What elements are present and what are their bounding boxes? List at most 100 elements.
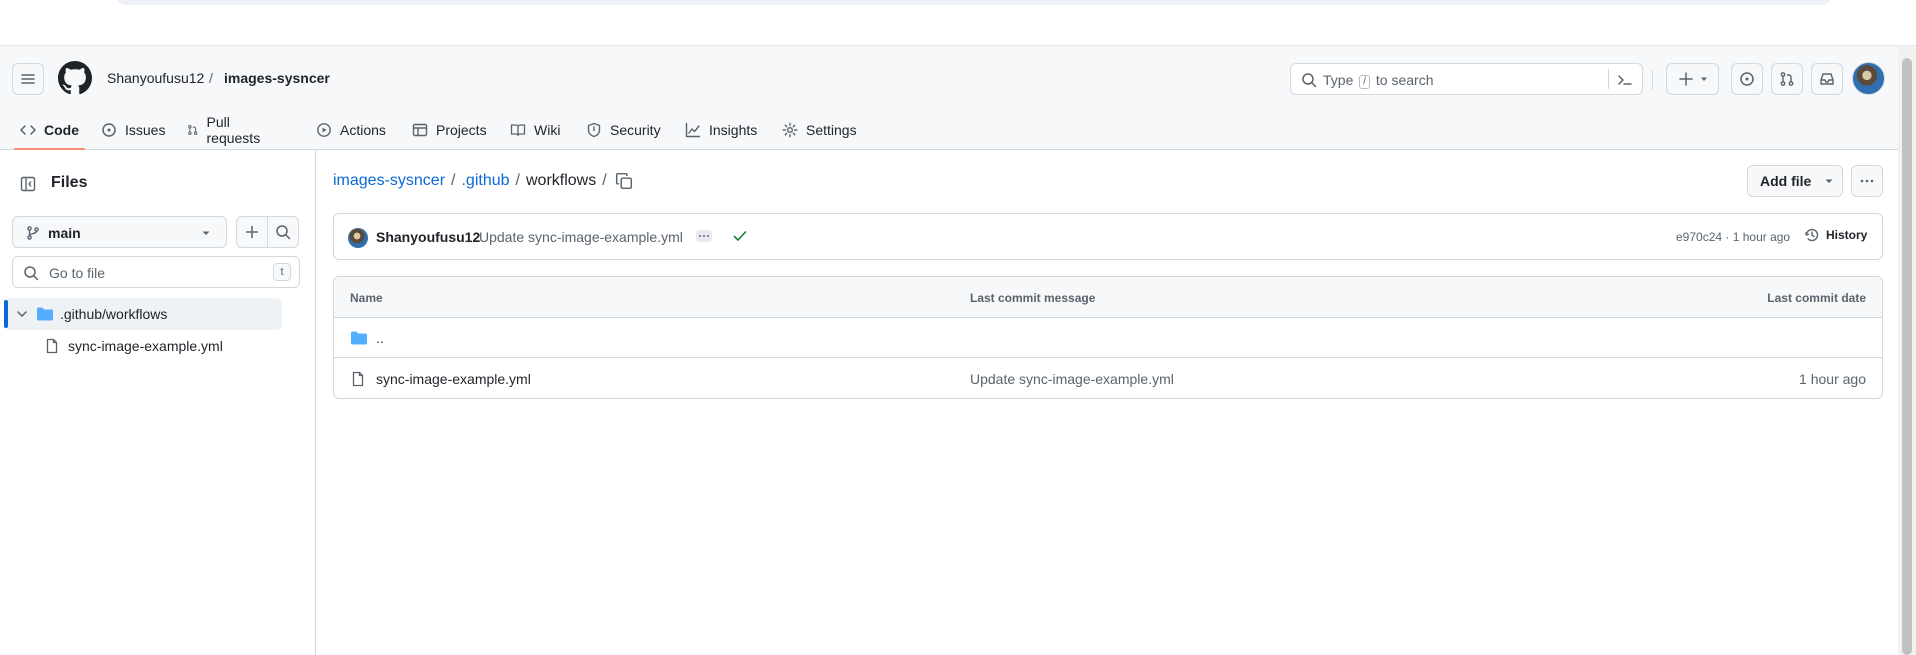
column-last-commit-date: Last commit date — [1767, 291, 1866, 305]
code-icon — [20, 124, 36, 135]
tab-projects[interactable]: Projects — [412, 109, 487, 150]
caret-down-icon — [202, 231, 210, 235]
table-row[interactable]: sync-image-example.yml Update sync-image… — [334, 359, 1882, 398]
history-label: History — [1826, 228, 1868, 242]
expand-commit-message-button[interactable] — [696, 230, 712, 242]
folder-icon — [351, 331, 367, 345]
add-file-sidebar-button[interactable] — [236, 216, 268, 248]
column-last-commit-message: Last commit message — [970, 291, 1096, 305]
hamburger-icon — [21, 74, 35, 84]
tree-item-file[interactable]: sync-image-example.yml — [4, 330, 282, 362]
scrollbar-thumb[interactable] — [1902, 58, 1912, 655]
git-pull-request-icon — [188, 124, 198, 135]
commit-author[interactable]: Shanyoufusu12 — [376, 229, 480, 245]
tab-label: Wiki — [534, 121, 561, 138]
file-path-breadcrumb: images-sysncer / .github / workflows / — [333, 172, 613, 190]
commit-message[interactable]: Update sync-image-example.yml — [479, 229, 683, 245]
ellipsis-icon — [699, 235, 709, 237]
tab-insights[interactable]: Insights — [685, 109, 757, 150]
tab-actions[interactable]: Actions — [316, 109, 386, 150]
tab-wiki[interactable]: Wiki — [510, 109, 560, 150]
table-icon — [412, 123, 428, 136]
create-new-button[interactable] — [1666, 63, 1719, 95]
file-tree-sidebar: Files main Go to file t .github/workflow… — [0, 150, 316, 655]
sidebar-collapse-icon — [20, 176, 36, 192]
gear-icon — [782, 122, 798, 137]
github-logo-icon[interactable] — [58, 61, 92, 95]
file-icon — [352, 371, 364, 387]
tab-label: Settings — [806, 121, 857, 138]
collapse-sidebar-button[interactable] — [12, 168, 44, 200]
file-icon — [46, 338, 58, 354]
tab-code[interactable]: Code — [14, 109, 85, 150]
tab-label: Code — [44, 121, 79, 138]
issues-button[interactable] — [1731, 63, 1763, 95]
history-icon — [1804, 228, 1819, 242]
add-file-button[interactable]: Add file — [1747, 165, 1843, 197]
plus-icon — [245, 225, 259, 239]
chevron-down-icon[interactable] — [14, 306, 30, 322]
latest-commit-bar: Shanyoufusu12 Update sync-image-example.… — [333, 213, 1883, 260]
git-branch-icon — [27, 226, 39, 240]
pull-requests-button[interactable] — [1771, 63, 1803, 95]
menu-button[interactable] — [12, 63, 44, 95]
command-palette-icon[interactable] — [1617, 72, 1633, 88]
selected-indicator — [4, 300, 8, 328]
tab-label: Insights — [709, 121, 758, 138]
more-options-button[interactable] — [1851, 165, 1883, 197]
parent-directory-link[interactable]: .. — [376, 330, 384, 346]
tab-label: Security — [610, 121, 661, 138]
graph-icon — [685, 122, 701, 137]
breadcrumb-repo[interactable]: images-sysncer — [224, 70, 330, 86]
search-placeholder: Type / to search — [1323, 72, 1434, 89]
branch-name: main — [48, 225, 81, 241]
search-files-button[interactable] — [267, 216, 299, 248]
file-name-link[interactable]: sync-image-example.yml — [376, 371, 531, 387]
git-pull-request-icon — [1780, 72, 1794, 86]
commit-author-avatar[interactable] — [348, 228, 368, 248]
caret-down-icon — [1700, 77, 1707, 81]
tab-label: Projects — [436, 121, 487, 138]
tab-issues[interactable]: Issues — [101, 109, 165, 150]
go-to-file-input[interactable]: Go to file t — [12, 256, 300, 288]
branch-selector[interactable]: main — [12, 216, 227, 248]
play-icon — [317, 122, 331, 137]
file-commit-date: 1 hour ago — [1799, 371, 1866, 387]
repo-header: Shanyoufusu12 / images-sysncer Type / to… — [0, 46, 1898, 150]
inbox-icon — [1820, 73, 1834, 85]
search-icon — [276, 225, 291, 240]
path-repo-link[interactable]: images-sysncer — [333, 172, 445, 190]
browser-top-strip — [0, 0, 1916, 46]
kebab-horizontal-icon — [1860, 179, 1874, 183]
go-to-file-shortcut: t — [273, 263, 291, 281]
sidebar-title: Files — [51, 174, 88, 191]
parent-directory-row[interactable]: .. — [334, 318, 1882, 358]
history-button[interactable]: History — [1804, 227, 1867, 243]
copy-path-icon[interactable] — [615, 172, 633, 190]
browser-address-area — [116, 0, 1832, 5]
issue-opened-icon — [102, 122, 116, 137]
directory-listing: Name Last commit message Last commit dat… — [333, 276, 1883, 399]
search-divider — [1608, 69, 1609, 89]
search-input[interactable]: Type / to search — [1290, 63, 1643, 95]
commit-hash-time[interactable]: e970c24 · 1 hour ago — [1676, 230, 1790, 244]
inbox-button[interactable] — [1811, 63, 1843, 95]
breadcrumb-owner[interactable]: Shanyoufusu12 — [107, 70, 204, 86]
user-avatar[interactable] — [1852, 62, 1885, 95]
path-dir-link[interactable]: .github — [461, 172, 509, 190]
page-scrollbar[interactable] — [1898, 46, 1916, 655]
path-separator: / — [515, 172, 520, 189]
header-divider — [1652, 70, 1653, 90]
folder-open-icon — [37, 307, 53, 321]
tab-pull-requests[interactable]: Pull requests — [187, 109, 265, 150]
tab-security[interactable]: Security — [586, 109, 661, 150]
tree-item-folder[interactable]: .github/workflows — [4, 298, 282, 330]
check-icon[interactable] — [732, 228, 748, 244]
search-icon — [24, 266, 39, 281]
add-file-label: Add file — [1760, 173, 1812, 189]
file-commit-message[interactable]: Update sync-image-example.yml — [970, 371, 1174, 387]
tab-label: Actions — [340, 121, 386, 138]
path-separator: / — [602, 172, 607, 189]
tab-settings[interactable]: Settings — [782, 109, 857, 150]
shield-icon — [587, 122, 601, 137]
